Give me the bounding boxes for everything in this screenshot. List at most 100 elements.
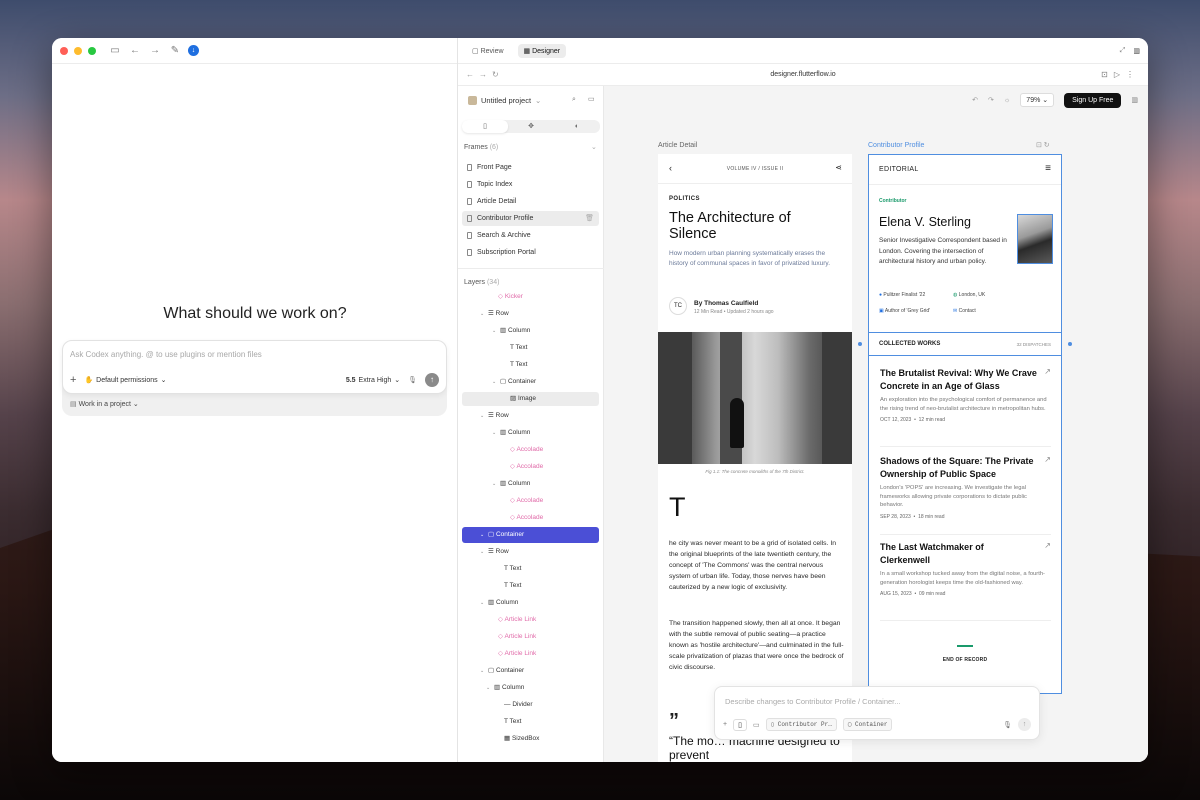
mic-icon[interactable]: 🎙 (408, 376, 417, 384)
layer-item[interactable]: T Text (504, 715, 521, 729)
layer-item-selected[interactable]: ⌄ ▢ Container (462, 527, 599, 543)
design-canvas[interactable]: ↶ ↷ ☼ 79% ⌄ Sign Up Free ▥ Article Detai… (604, 86, 1148, 762)
layer-item[interactable]: ◇ Accolade (510, 511, 543, 525)
layer-item[interactable]: ◇ Accolade (510, 443, 543, 457)
layer-item[interactable]: ◇ Kicker (498, 290, 523, 304)
frame-contributor-profile[interactable]: Contributor Profile 🗑 (462, 211, 599, 226)
send-button[interactable]: ↑ (1018, 718, 1031, 731)
frame-topic-index[interactable]: Topic Index (462, 177, 599, 192)
layer-item[interactable]: ⌄ ☰ Row (480, 409, 509, 423)
forward-arrow-icon[interactable]: → (148, 45, 162, 56)
layer-item[interactable]: ⌄ ▢ Container (480, 664, 524, 678)
share-icon[interactable]: ⋖ (835, 163, 842, 172)
frame-article-detail[interactable]: Article Detail (462, 194, 599, 209)
resize-handle[interactable] (858, 342, 862, 346)
desktop-view-icon[interactable]: ▭ (753, 721, 760, 729)
contributor-profile-frame[interactable]: EDITORIAL ≡ Contributor Elena V. Sterlin… (868, 154, 1062, 694)
end-divider (957, 645, 973, 647)
phone-view-icon[interactable]: ▯ (733, 718, 747, 731)
work-in-project-button[interactable]: Work in a project (79, 401, 131, 408)
layer-item[interactable]: — Divider (504, 698, 533, 712)
search-icon[interactable]: ⌕ (572, 96, 576, 104)
tab-review[interactable]: ▢ Review (466, 44, 510, 58)
article-link[interactable]: The Last Watchmaker of Clerkenwell In a … (880, 541, 1051, 621)
sign-up-button[interactable]: Sign Up Free (1064, 92, 1122, 108)
project-selector[interactable]: Untitled project ⌄ (468, 96, 541, 105)
layer-item[interactable]: ◇ Article Link (498, 613, 536, 627)
hamburger-menu-icon[interactable]: ≡ (1045, 163, 1051, 174)
accolade[interactable]: ✉ Contact (953, 308, 976, 314)
app-window: ▭ ← → ✎ ↓ What should we work on? ▤ Work… (52, 38, 1148, 762)
layer-item[interactable]: ◇ Article Link (498, 630, 536, 644)
layer-item[interactable]: ◇ Accolade (510, 460, 543, 474)
layer-item[interactable]: T Text (504, 579, 521, 593)
context-chip-container[interactable]: ▢ Container (842, 718, 893, 731)
zoom-window-button[interactable] (88, 46, 96, 55)
new-chat-icon[interactable]: ✎ (168, 45, 182, 56)
download-badge-icon[interactable]: ↓ (188, 45, 199, 56)
chevron-down-icon[interactable]: ⌄ (591, 143, 597, 151)
tab-designer[interactable]: ▦ Designer (517, 43, 567, 58)
zoom-select[interactable]: 79% ⌄ (1020, 93, 1055, 107)
theme-mode-icon[interactable]: ◐ (554, 120, 600, 133)
add-icon[interactable]: + (70, 374, 76, 386)
layer-item[interactable]: ⌄ ▢ Container (492, 375, 536, 389)
article-link[interactable]: Shadows of the Square: The Private Owner… (880, 455, 1051, 535)
article-link-title: The Brutalist Revival: Why We Crave Conc… (880, 368, 1037, 391)
layer-item[interactable]: ⌄ ▥ Column (492, 477, 530, 491)
minimize-window-button[interactable] (74, 46, 82, 55)
layer-item[interactable]: ⌄ ▥ Column (480, 596, 518, 610)
panel-icon[interactable]: ▥ (1131, 96, 1138, 104)
layer-item[interactable]: ⌄ ☰ Row (480, 307, 509, 321)
composer-input[interactable]: Ask Codex anything. @ to use plugins or … (70, 350, 262, 359)
works-header[interactable]: COLLECTED WORKS 32 DISPATCHES (869, 332, 1061, 356)
back-arrow-icon[interactable]: ← (128, 45, 142, 56)
add-icon[interactable]: + (723, 721, 727, 728)
layer-item[interactable]: ▨ Image (462, 392, 599, 406)
components-mode-icon[interactable]: ✥ (508, 120, 554, 133)
close-window-button[interactable] (60, 46, 68, 55)
article-link[interactable]: The Brutalist Revival: Why We Crave Conc… (880, 367, 1051, 447)
model-name[interactable]: 5.5 (346, 377, 356, 384)
browser-actions-icons[interactable]: ⊡▷⋮ (1101, 70, 1140, 79)
layer-item[interactable]: T Text (510, 341, 527, 355)
url-text[interactable]: designer.flutterflow.io (458, 71, 1148, 78)
layer-item[interactable]: ⌄ ▥ Column (486, 681, 524, 695)
layer-item[interactable]: ⌄ ☰ Row (480, 545, 509, 559)
layer-item[interactable]: T Text (510, 358, 527, 372)
layer-item[interactable]: ◇ Accolade (510, 494, 543, 508)
layer-item[interactable]: ◇ Article Link (498, 647, 536, 661)
frame-actions-icons[interactable]: ⊡ ↻ (1036, 141, 1050, 149)
layer-item[interactable]: T Text (504, 562, 521, 576)
permissions-dropdown[interactable]: Default permissions (96, 377, 157, 384)
frame-front-page[interactable]: Front Page (462, 160, 599, 175)
sidebar-toggle-icon[interactable]: ▭ (108, 45, 122, 56)
codex-pane: ▭ ← → ✎ ↓ What should we work on? ▤ Work… (52, 38, 458, 762)
design-prompt-input[interactable]: Describe changes to Contributor Profile … (725, 697, 901, 706)
send-button[interactable]: ↑ (425, 373, 439, 387)
model-effort[interactable]: Extra High (359, 377, 392, 384)
panel-toggle-icon[interactable]: ▥ (1133, 47, 1140, 55)
mic-icon[interactable]: 🎙 (1003, 721, 1012, 729)
arrow-up-right-icon: ↗ (1044, 455, 1051, 464)
layer-item[interactable]: ⌄ ▥ Column (492, 426, 530, 440)
context-chip-page[interactable]: ▯ Contributor Pr… (765, 718, 837, 731)
expand-icon[interactable]: ⤢ (1120, 47, 1126, 55)
project-name: Untitled project (481, 96, 532, 105)
pages-mode-icon[interactable]: ▯ (462, 120, 508, 133)
trash-icon[interactable]: 🗑 (585, 211, 594, 226)
redo-icon[interactable]: ↷ (988, 96, 994, 104)
design-prompt-box[interactable]: Describe changes to Contributor Profile … (714, 686, 1040, 740)
sun-icon[interactable]: ☼ (1004, 97, 1010, 104)
layer-item[interactable]: ⌄ ▥ Column (492, 324, 530, 338)
undo-icon[interactable]: ↶ (972, 96, 978, 104)
layer-item[interactable]: ▦ SizedBox (504, 732, 539, 746)
contributor-portrait (1017, 214, 1053, 264)
article-detail-frame[interactable]: ‹ VOLUME IV / ISSUE II ⋖ POLITICS The Ar… (658, 154, 852, 762)
resize-handle[interactable] (1068, 342, 1072, 346)
composer-box[interactable]: Ask Codex anything. @ to use plugins or … (62, 340, 447, 394)
frame-subscription-portal[interactable]: Subscription Portal (462, 245, 599, 260)
sidebar-collapse-icon[interactable]: ▭ (588, 95, 595, 103)
frame-search-archive[interactable]: Search & Archive (462, 228, 599, 243)
article-hero-image (658, 332, 852, 464)
